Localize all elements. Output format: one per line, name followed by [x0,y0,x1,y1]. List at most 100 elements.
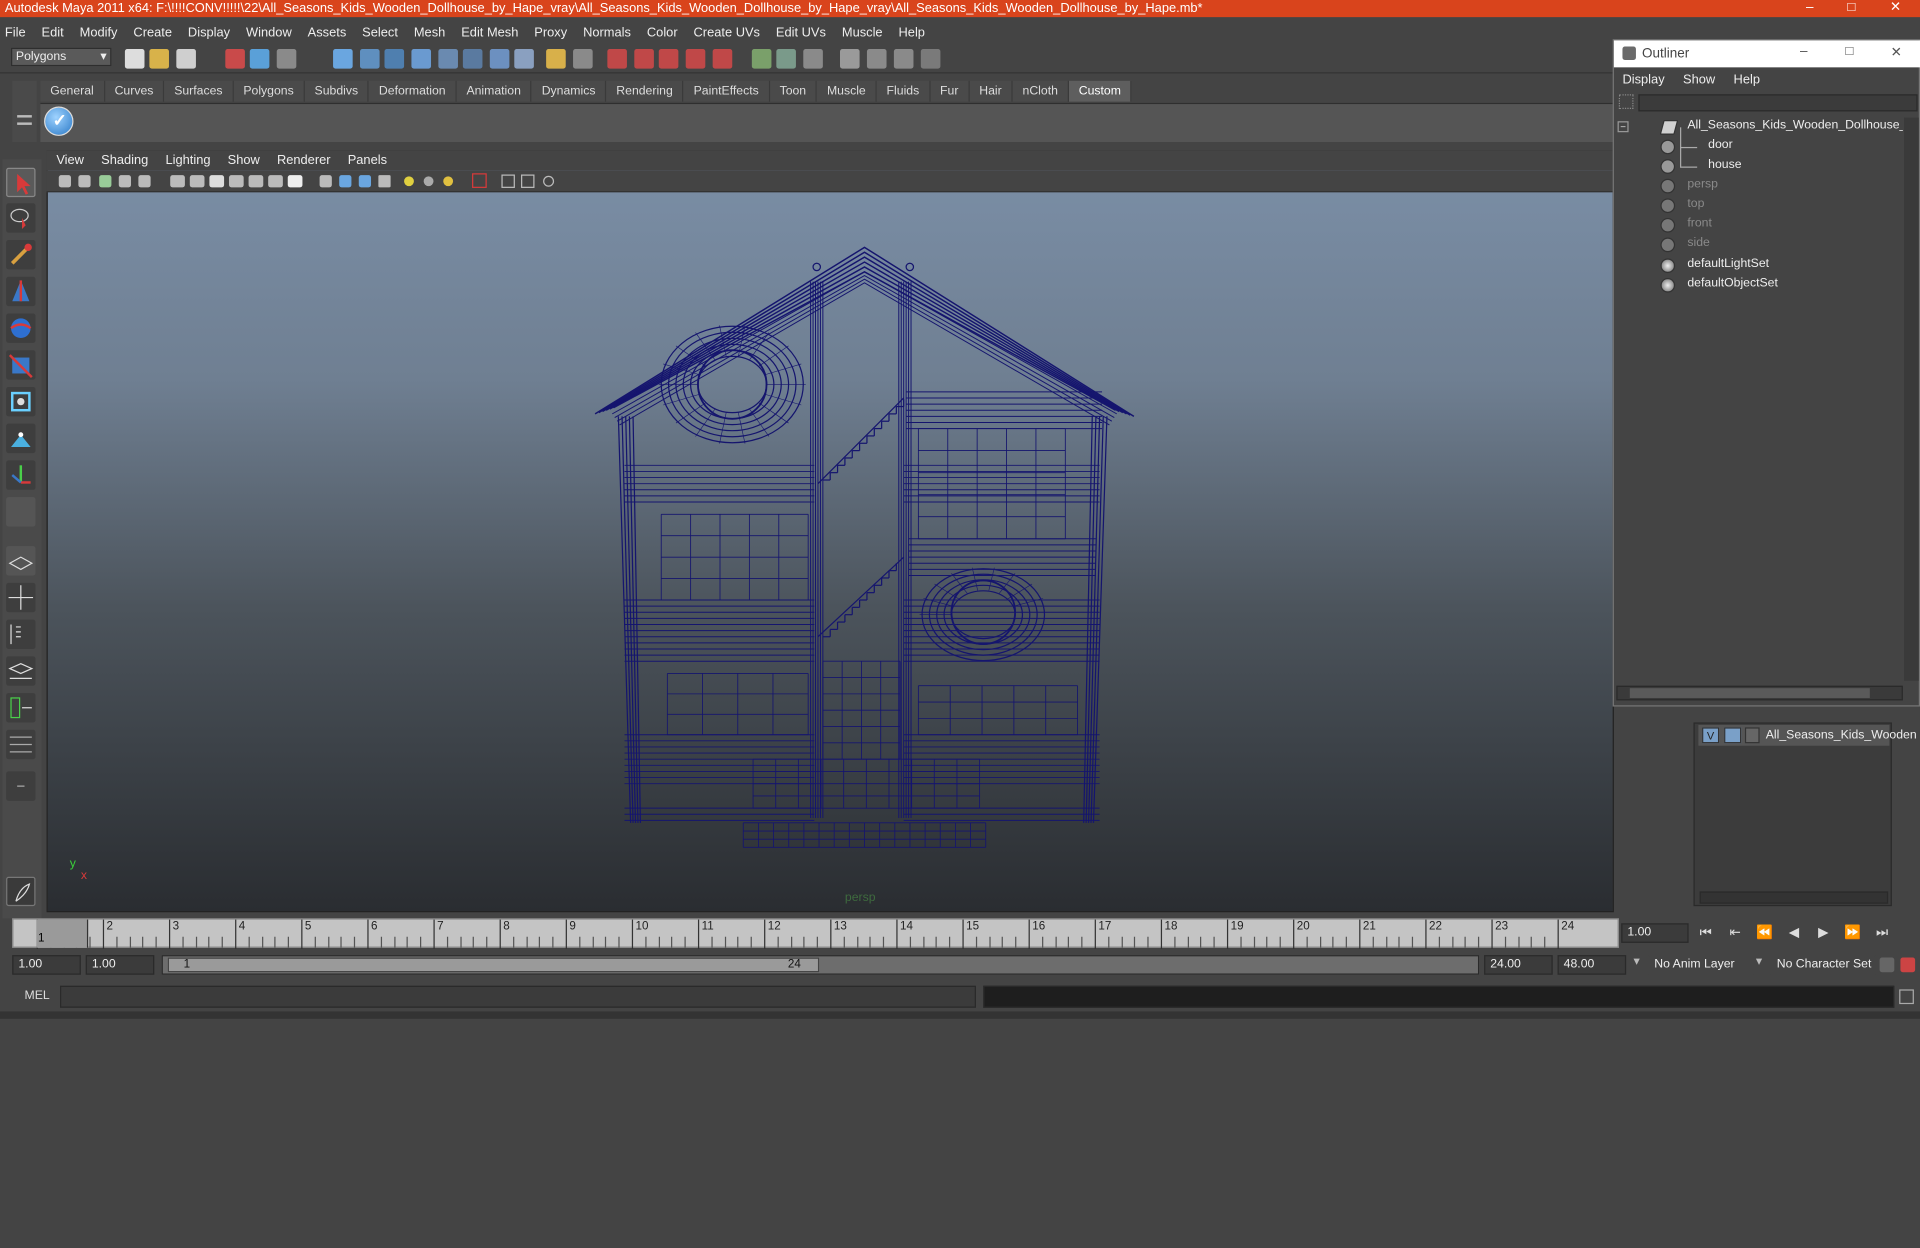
layout-persp-outliner-icon[interactable] [6,729,36,760]
hypershade-icon[interactable] [685,48,706,69]
outliner-close-button[interactable]: ✕ [1891,44,1902,60]
layer-visibility-toggle[interactable]: V [1702,727,1720,744]
menu-set-dropdown[interactable]: Polygons ▾ [11,47,112,67]
range-slider-handle[interactable]: 1 24 [167,957,820,973]
shelf-tab-curves[interactable]: Curves [104,80,165,102]
viewport-toolbar-icons[interactable] [47,170,1614,192]
minimize-button[interactable]: – [1790,0,1829,17]
outliner-item-side[interactable]: side [1687,234,1709,254]
outliner-item-default-object-set[interactable]: defaultObjectSet [1687,274,1778,294]
outliner-minimize-button[interactable]: – [1800,44,1808,59]
render-current-icon[interactable] [607,48,627,69]
shelf-tab-rendering[interactable]: Rendering [606,80,684,102]
toolbox-extra-icon[interactable] [6,771,36,801]
outliner-vertical-scrollbar[interactable] [1904,117,1919,681]
render-view-icon[interactable] [712,48,733,69]
chevron-down-icon[interactable]: ▾ [1633,955,1639,968]
outliner-horizontal-scrollbar[interactable] [1616,685,1903,701]
menu-color[interactable]: Color [647,26,678,41]
step-forward-frame-icon[interactable]: ⏩ [1842,923,1864,943]
paint-select-tool-icon[interactable] [6,240,36,270]
ipr-render-icon[interactable] [634,48,654,69]
key-icon[interactable] [1879,957,1895,973]
feather-icon[interactable] [6,876,36,907]
outliner-item-root[interactable]: All_Seasons_Kids_Wooden_Dollhouse_by_Ha [1687,116,1903,136]
soft-modification-icon[interactable] [6,423,36,454]
shelf-tab-fluids[interactable]: Fluids [876,80,931,102]
menu-window[interactable]: Window [246,26,292,41]
current-time-field[interactable]: 1.00 [1621,923,1689,943]
shelf-tab-muscle[interactable]: Muscle [817,80,877,102]
dollhouse-wireframe[interactable] [47,192,1614,927]
show-attribute-editor-icon[interactable] [751,48,772,69]
playback-start-time-field[interactable]: 1.00 [85,955,155,975]
step-back-frame-icon[interactable]: ⏪ [1753,923,1775,943]
layout-single-icon[interactable] [840,48,860,69]
menu-select[interactable]: Select [362,26,398,41]
rotate-tool-icon[interactable] [6,313,36,343]
viewport-menu-renderer[interactable]: Renderer [277,153,331,168]
outliner-filter-icon[interactable] [1618,94,1634,109]
menu-help[interactable]: Help [899,26,925,41]
viewport-menu-panels[interactable]: Panels [348,153,387,168]
scale-tool-icon[interactable] [6,350,36,380]
layout-four-icon[interactable] [866,48,887,69]
outliner-item-front[interactable]: front [1687,214,1712,234]
checkmark-icon[interactable]: ✓ [44,106,74,136]
menu-assets[interactable]: Assets [308,26,347,41]
viewport-menu-show[interactable]: Show [228,153,260,168]
play-forwards-icon[interactable]: ▶ [1812,923,1834,943]
layer-scrollbar[interactable] [1699,891,1889,904]
go-to-end-icon[interactable]: ⏭ [1871,923,1893,943]
outliner-maximize-button[interactable]: □ [1845,44,1853,59]
collapse-icon[interactable]: − [1617,121,1629,133]
menu-create[interactable]: Create [133,26,172,41]
time-slider[interactable]: 123456789101112131415161718192021222324 … [12,918,1619,949]
shelf-tab-custom[interactable]: Custom [1068,80,1132,102]
lasso-tool-icon[interactable] [6,203,36,233]
universal-manipulator-icon[interactable] [6,386,36,417]
input-ops-icon[interactable] [546,48,566,69]
shelf-tab-general[interactable]: General [40,80,105,102]
viewport-menu-view[interactable]: View [56,153,84,168]
playback-end-time-field[interactable]: 24.00 [1484,955,1553,975]
layout-persp-icon[interactable] [6,546,36,576]
select-component-icon[interactable] [276,48,297,69]
maximize-button[interactable]: □ [1832,0,1871,17]
viewport-menu-shading[interactable]: Shading [101,153,148,168]
layer-color-swatch[interactable] [1744,727,1760,744]
render-settings-icon[interactable] [658,48,679,69]
save-scene-icon[interactable] [176,48,196,69]
mel-command-input[interactable] [60,985,976,1008]
move-tool-icon[interactable] [6,276,36,307]
last-tool-slot[interactable] [6,497,36,527]
shelf-options[interactable] [12,80,37,143]
new-scene-icon[interactable] [124,48,145,69]
play-backwards-icon[interactable]: ◀ [1783,923,1805,943]
snap-point-icon[interactable] [384,48,405,69]
animation-end-time-field[interactable]: 48.00 [1557,955,1627,975]
menu-edit-mesh[interactable]: Edit Mesh [461,26,518,41]
chevron-down-icon[interactable]: ▾ [1756,955,1762,968]
menu-edit-uvs[interactable]: Edit UVs [776,26,826,41]
close-button[interactable]: ✕ [1876,0,1915,17]
select-hierarchy-icon[interactable] [225,48,245,69]
help-icon[interactable] [514,48,534,69]
character-set-dropdown[interactable]: No Character Set [1770,955,1876,975]
outliner-menu-show[interactable]: Show [1683,72,1715,87]
select-object-icon[interactable] [249,48,270,69]
layer-row[interactable]: V All_Seasons_Kids_Wooden [1698,724,1917,746]
menu-display[interactable]: Display [188,26,230,41]
menu-normals[interactable]: Normals [583,26,631,41]
snap-surface-icon[interactable] [438,48,458,69]
snap-grid-icon[interactable] [333,48,353,69]
menu-create-uvs[interactable]: Create UVs [694,26,760,41]
layout-persp-graph-icon[interactable] [6,656,36,686]
outliner-item-door[interactable]: door [1708,136,1733,156]
shelf-tab-dynamics[interactable]: Dynamics [531,80,607,102]
shelf-tab-toon[interactable]: Toon [769,80,818,102]
outliner-menu-help[interactable]: Help [1734,72,1760,87]
menu-proxy[interactable]: Proxy [534,26,567,41]
outliner-item-persp[interactable]: persp [1687,175,1718,195]
open-scene-icon[interactable] [149,48,169,69]
